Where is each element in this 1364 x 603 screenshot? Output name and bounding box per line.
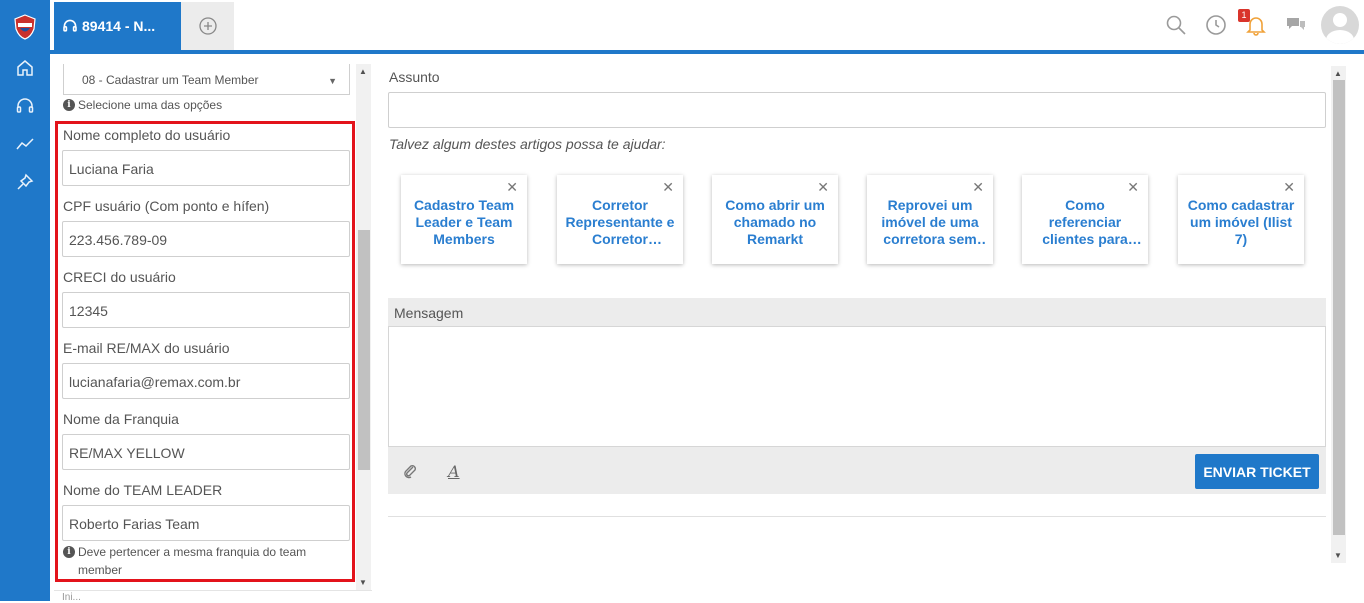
article-card[interactable]: ✕ Como abrir um chamado no Remarkt (712, 175, 838, 264)
message-toolbar (388, 447, 1326, 494)
suggestion-text: Talvez algum destes artigos possa te aju… (389, 136, 666, 152)
subject-input[interactable] (388, 92, 1326, 128)
main-divider (388, 516, 1326, 517)
left-rail (0, 0, 50, 601)
creci-label: CRECI do usuário (63, 269, 176, 285)
add-tab-button[interactable] (181, 2, 234, 50)
cpf-label: CPF usuário (Com ponto e hífen) (63, 198, 270, 214)
article-title[interactable]: Como cadastrar um imóvel (Ilist 7) (1184, 197, 1298, 248)
message-textarea[interactable] (388, 326, 1326, 447)
message-label: Mensagem (388, 298, 1326, 326)
send-ticket-button[interactable]: ENVIAR TICKET (1195, 454, 1319, 489)
email-label: E-mail RE/MAX do usuário (63, 340, 230, 356)
headset-icon (63, 19, 77, 32)
team-leader-label: Nome do TEAM LEADER (63, 482, 223, 498)
info-icon: i (63, 99, 75, 111)
search-icon[interactable] (1165, 14, 1187, 36)
trend-chart-icon[interactable] (15, 134, 35, 154)
close-icon[interactable]: ✕ (662, 180, 674, 194)
attachment-icon[interactable] (402, 463, 418, 479)
left-scrollbar[interactable]: ▲ ▼ (356, 64, 371, 590)
close-icon[interactable]: ✕ (817, 180, 829, 194)
headset-icon[interactable] (15, 96, 35, 116)
user-avatar[interactable] (1321, 6, 1359, 44)
article-card[interactable]: ✕ Cadastro Team Leader e Team Members (401, 175, 527, 264)
close-icon[interactable]: ✕ (506, 180, 518, 194)
pin-icon[interactable] (15, 172, 35, 192)
team-leader-input[interactable]: Roberto Farias Team (62, 505, 350, 541)
close-icon[interactable]: ✕ (1283, 180, 1295, 194)
article-card[interactable]: ✕ Como referenciar clientes para outros … (1022, 175, 1148, 264)
subject-label: Assunto (389, 69, 440, 85)
tab-ticket[interactable]: 89414 - N... (54, 2, 181, 50)
left-panel-divider (54, 590, 372, 591)
franchise-input[interactable]: RE/MAX YELLOW (62, 434, 350, 470)
article-card[interactable]: ✕ Como cadastrar um imóvel (Ilist 7) (1178, 175, 1304, 264)
scroll-down-icon[interactable]: ▼ (1334, 551, 1342, 560)
article-card[interactable]: ✕ Corretor Representante e Corretor Asso… (557, 175, 683, 264)
close-icon[interactable]: ✕ (972, 180, 984, 194)
creci-input[interactable]: 12345 (62, 292, 350, 328)
scroll-up-icon[interactable]: ▲ (359, 67, 367, 76)
article-title[interactable]: Corretor Representante e Corretor Associ… (563, 197, 677, 248)
category-select[interactable]: 08 - Cadastrar um Team Member ▼ (63, 64, 350, 95)
tab-ticket-label: 89414 - N... (82, 18, 156, 34)
info-icon: i (63, 546, 75, 558)
clock-icon[interactable] (1205, 14, 1227, 36)
scroll-up-icon[interactable]: ▲ (1334, 69, 1342, 78)
remax-logo-icon[interactable] (13, 14, 37, 40)
team-leader-hint-text: Deve pertencer a mesma franquia do team … (78, 545, 307, 577)
top-bar: 89414 - N... 1 (50, 0, 1364, 50)
left-scrollbar-thumb[interactable] (358, 230, 370, 470)
text-format-icon[interactable]: A (448, 462, 460, 481)
email-input[interactable]: lucianafaria@remax.com.br (62, 363, 350, 399)
plus-circle-icon (198, 17, 217, 35)
left-panel-footer-text: Ini... (62, 592, 81, 603)
article-title[interactable]: Como referenciar clientes para outros co… (1028, 197, 1142, 248)
right-scrollbar[interactable]: ▲ ▼ (1331, 66, 1346, 563)
article-title[interactable]: Reprovei um imóvel de uma corretora sem … (873, 197, 987, 248)
category-select-value: 08 - Cadastrar um Team Member (82, 73, 259, 87)
full-name-label: Nome completo do usuário (63, 127, 231, 143)
select-hint-text: Selecione uma das opções (78, 98, 223, 112)
article-title[interactable]: Cadastro Team Leader e Team Members (407, 197, 521, 248)
chat-icon[interactable] (1285, 14, 1307, 36)
team-leader-hint: i Deve pertencer a mesma franquia do tea… (63, 543, 345, 579)
full-name-input[interactable]: Luciana Faria (62, 150, 350, 186)
right-scrollbar-thumb[interactable] (1333, 80, 1345, 535)
select-hint: i Selecione uma das opções (63, 96, 222, 114)
notification-badge: 1 (1238, 9, 1250, 22)
scroll-down-icon[interactable]: ▼ (359, 578, 367, 587)
article-card[interactable]: ✕ Reprovei um imóvel de uma corretora se… (867, 175, 993, 264)
caret-down-icon: ▼ (328, 76, 337, 86)
home-icon[interactable] (15, 58, 35, 78)
article-title[interactable]: Como abrir um chamado no Remarkt (718, 197, 832, 248)
franchise-label: Nome da Franquia (63, 411, 179, 427)
cpf-input[interactable]: 223.456.789-09 (62, 221, 350, 257)
close-icon[interactable]: ✕ (1127, 180, 1139, 194)
